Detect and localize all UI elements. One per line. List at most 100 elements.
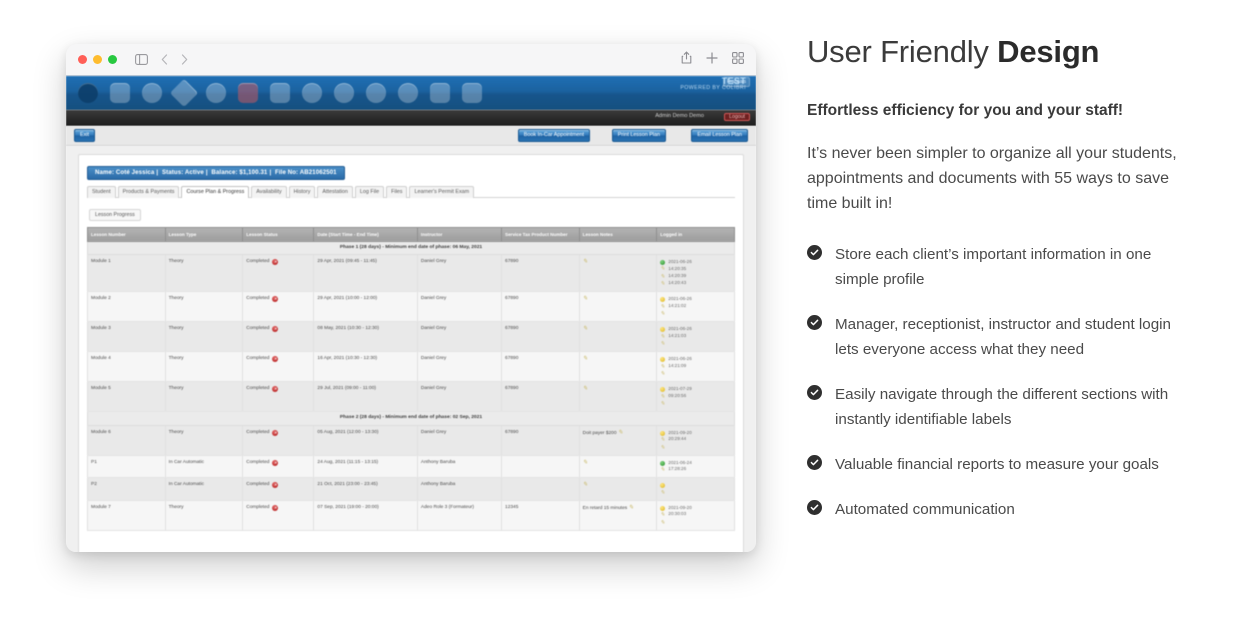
cancel-lesson-icon[interactable] (272, 356, 279, 363)
edit-note-icon[interactable]: ✎ (583, 259, 588, 265)
th-instructor[interactable]: Instructor (416, 226, 503, 242)
trash-icon[interactable] (427, 81, 453, 105)
cell-module[interactable]: Module 5 (87, 381, 166, 413)
cell-module[interactable]: Module 1 (87, 254, 166, 293)
tab-availability[interactable]: Availability (251, 185, 287, 198)
edit-note-icon[interactable]: ✎ (583, 326, 588, 332)
th-service-tax-product-number[interactable]: Service Tax Product Number (501, 226, 580, 242)
browser-titlebar (66, 44, 756, 76)
forward-icon[interactable] (181, 54, 188, 65)
log-edit-icon: ✎ (660, 341, 665, 348)
cell-module[interactable]: P1 (87, 455, 166, 479)
close-window-icon[interactable] (78, 55, 87, 64)
table-row[interactable]: Module 6 Theory Completed 05 Aug, 2021 (… (87, 425, 735, 456)
pie-chart-icon[interactable] (299, 81, 325, 105)
table-row[interactable]: Module 4 Theory Completed 16 Apr, 2021 (… (87, 351, 735, 383)
clock-icon[interactable] (363, 81, 389, 105)
book-in-car-appointment-button[interactable]: Book In-Car Appointment (517, 129, 590, 142)
cancel-lesson-icon[interactable] (272, 504, 279, 511)
tab-student[interactable]: Student (87, 185, 116, 198)
th-lesson-status[interactable]: Lesson Status (242, 226, 315, 242)
edit-note-icon[interactable]: ✎ (583, 460, 588, 466)
edit-note-icon[interactable]: ✎ (618, 430, 623, 436)
slide-root: TEST POWERED BY COLIBRI Français Admin D… (0, 0, 1241, 630)
subtab-lesson-progress[interactable]: Lesson Progress (89, 208, 141, 221)
tab-log-file[interactable]: Log File (354, 185, 385, 198)
cancel-lesson-icon[interactable] (272, 296, 279, 303)
cell-date[interactable]: 05 Aug, 2021 (12:00 - 13:30) (313, 425, 418, 456)
tab-files[interactable]: Files (386, 185, 408, 198)
account-menu[interactable]: Admin Demo Demo (655, 113, 704, 119)
file-icon[interactable] (459, 81, 485, 105)
cancel-lesson-icon[interactable] (272, 459, 279, 466)
th-date[interactable]: Date (Start Time - End Time) (313, 226, 418, 242)
cell-date[interactable]: 29 Jul, 2021 (09:00 - 11:00) (313, 381, 418, 413)
document-icon[interactable] (107, 81, 133, 105)
group-icon[interactable] (139, 81, 165, 105)
car-icon[interactable] (235, 81, 261, 105)
new-tab-icon[interactable] (706, 51, 718, 69)
th-lesson-notes[interactable]: Lesson Notes (578, 226, 658, 242)
share-icon[interactable] (681, 51, 692, 69)
cell-module[interactable]: Module 6 (87, 425, 166, 456)
log-edit-icon: ✎ (660, 467, 665, 474)
cell-module[interactable]: Module 4 (87, 351, 166, 383)
tab-overview-icon[interactable] (732, 51, 744, 69)
cell-module[interactable]: Module 3 (87, 321, 166, 353)
table-row[interactable]: P1 In Car Automatic Completed 24 Aug, 20… (87, 455, 735, 479)
cell-date[interactable]: 24 Aug, 2021 (11:15 - 13:15) (313, 455, 418, 479)
minimize-window-icon[interactable] (93, 55, 102, 64)
print-lesson-plan-button[interactable]: Print Lesson Plan (611, 129, 666, 142)
chat-icon[interactable] (395, 81, 421, 105)
cell-date[interactable]: 07 Sep, 2021 (19:00 - 20:00) (313, 500, 418, 531)
cell-date[interactable]: 29 Apr, 2021 (10:00 - 12:00) (313, 291, 418, 323)
th-lesson-type[interactable]: Lesson Type (164, 226, 244, 242)
exit-button[interactable]: Exit (74, 129, 95, 142)
cell-date[interactable]: 21 Oct, 2021 (23:00 - 23:45) (313, 477, 418, 501)
student-file-no: File No: AB21062501 (275, 169, 337, 176)
cell-module[interactable]: Module 7 (87, 500, 166, 531)
edit-note-icon[interactable]: ✎ (583, 356, 588, 362)
back-icon[interactable] (161, 54, 168, 65)
table-row[interactable]: Module 3 Theory Completed 08 May, 2021 (… (87, 321, 735, 353)
cell-date[interactable]: 08 May, 2021 (10:30 - 12:30) (313, 321, 418, 353)
cell-date[interactable]: 16 Apr, 2021 (10:30 - 12:30) (313, 351, 418, 383)
edit-note-icon[interactable]: ✎ (583, 386, 588, 392)
cell-product: 67890 (501, 291, 580, 323)
sidebar-icon[interactable] (135, 54, 148, 65)
table-row[interactable]: Module 1 Theory Completed 29 Apr, 2021 (… (87, 254, 735, 293)
headline-light: User Friendly (807, 34, 998, 69)
tab-products-payments[interactable]: Products & Payments (117, 185, 180, 198)
tab-learners-permit-exam[interactable]: Learner's Permit Exam (409, 185, 475, 198)
cancel-lesson-icon[interactable] (272, 258, 279, 265)
th-logged-in[interactable]: Logged in (656, 226, 735, 242)
shield-icon[interactable] (267, 81, 293, 105)
cell-date[interactable]: 29 Apr, 2021 (09:45 - 11:45) (313, 254, 418, 293)
edit-note-icon[interactable]: ✎ (583, 296, 588, 302)
th-lesson-number[interactable]: Lesson Number (87, 226, 166, 242)
table-row[interactable]: Module 7 Theory Completed 07 Sep, 2021 (… (87, 500, 735, 531)
cancel-lesson-icon[interactable] (272, 386, 279, 393)
zoom-window-icon[interactable] (108, 55, 117, 64)
cell-module[interactable]: P2 (87, 477, 166, 501)
table-row[interactable]: Module 2 Theory Completed 29 Apr, 2021 (… (87, 291, 735, 323)
email-lesson-plan-button[interactable]: Email Lesson Plan (691, 129, 748, 142)
diamond-icon[interactable] (169, 78, 199, 108)
table-row[interactable]: Module 5 Theory Completed 29 Jul, 2021 (… (87, 381, 735, 413)
edit-note-icon[interactable]: ✎ (583, 482, 588, 488)
tab-history[interactable]: History (288, 185, 316, 198)
edit-note-icon[interactable]: ✎ (629, 505, 634, 511)
tab-attestation[interactable]: Attestation (317, 185, 353, 198)
table-row[interactable]: P2 In Car Automatic Completed 21 Oct, 20… (87, 477, 735, 501)
home-icon[interactable] (75, 81, 101, 105)
person-icon[interactable] (331, 81, 357, 105)
cell-instructor: Daniel Grey (416, 291, 503, 323)
cancel-lesson-icon[interactable] (272, 326, 279, 333)
globe-icon[interactable] (203, 81, 229, 105)
language-button[interactable]: Français (722, 77, 750, 87)
cancel-lesson-icon[interactable] (272, 429, 279, 436)
tab-course-plan-progress[interactable]: Course Plan & Progress (181, 185, 250, 198)
cell-module[interactable]: Module 2 (87, 291, 166, 323)
logout-button[interactable]: Logout (724, 112, 750, 121)
cancel-lesson-icon[interactable] (272, 482, 279, 489)
